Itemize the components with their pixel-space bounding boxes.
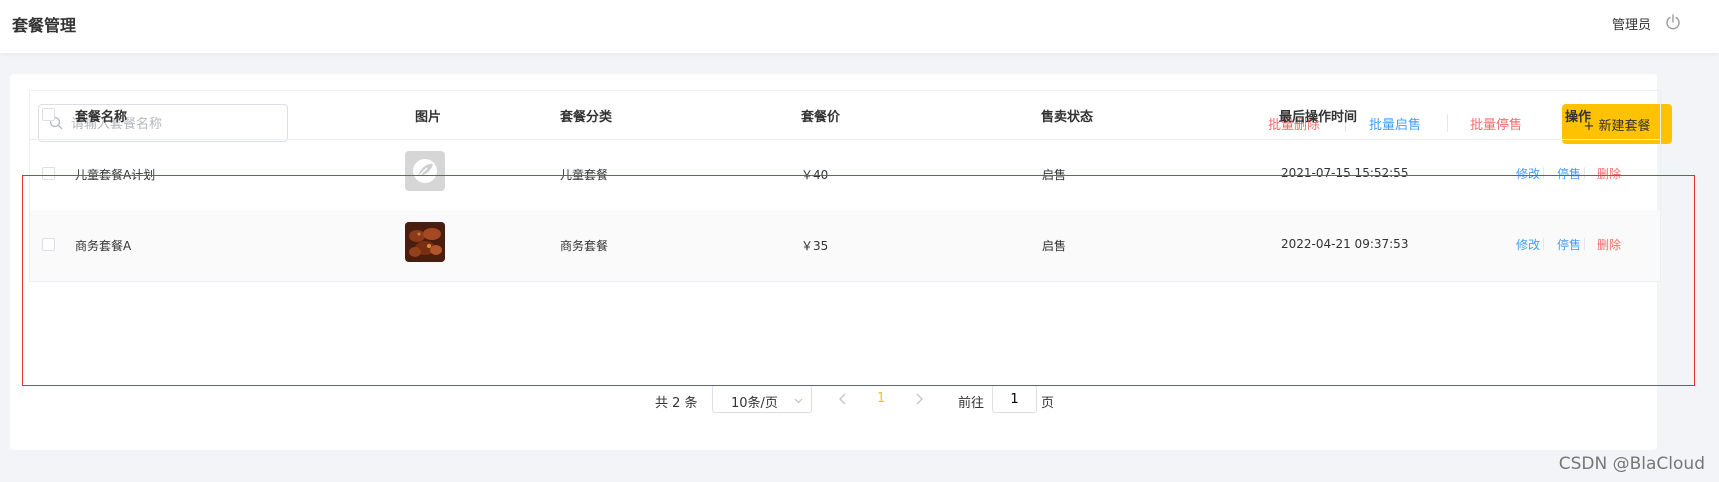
page-size-label: 10条/页 [731, 396, 778, 411]
disable-button[interactable]: 停售 [1557, 236, 1581, 253]
next-page-icon[interactable] [914, 393, 924, 405]
combo-price: ￥40 [801, 168, 829, 182]
pagination: 共 2 条 10条/页 1 前往 页 [0, 385, 1719, 415]
page-unit: 页 [1041, 396, 1055, 411]
delete-button[interactable]: 删除 [1597, 236, 1621, 253]
goto-page-input[interactable] [992, 385, 1037, 413]
divider [1584, 167, 1585, 179]
column-header: 操作 [1565, 110, 1592, 125]
sale-status: 启售 [1042, 168, 1067, 182]
delete-button[interactable]: 删除 [1597, 165, 1621, 182]
edit-button[interactable]: 修改 [1516, 236, 1540, 253]
edit-button[interactable]: 修改 [1516, 165, 1540, 182]
combo-category: 儿童套餐 [560, 168, 609, 182]
select-all-checkbox[interactable] [42, 108, 55, 121]
user-name: 管理员 [1611, 18, 1651, 33]
power-icon[interactable] [1665, 14, 1681, 30]
total-count: 共 2 条 [655, 396, 698, 411]
placeholder-logo-icon [413, 159, 437, 183]
chevron-down-icon [794, 398, 803, 404]
combo-table: 套餐名称 图片 套餐分类 套餐价 售卖状态 最后操作时间 操作 儿童套餐A计划 … [29, 90, 1661, 282]
column-header: 套餐分类 [560, 110, 613, 125]
page-number[interactable]: 1 [877, 391, 885, 406]
combo-image [405, 151, 445, 191]
column-header: 售卖状态 [1041, 110, 1094, 125]
top-bar: 套餐管理 管理员 [0, 0, 1719, 53]
page-size-select[interactable]: 10条/页 [712, 385, 812, 413]
food-photo-icon [405, 222, 445, 262]
divider [1543, 238, 1544, 250]
updated-time: 2021-07-15 15:52:55 [1281, 166, 1409, 180]
watermark: CSDN @BlaCloud [1558, 454, 1705, 474]
combo-image [405, 222, 445, 262]
combo-name: 商务套餐A [75, 239, 132, 253]
row-checkbox[interactable] [42, 167, 55, 180]
table-row[interactable]: 儿童套餐A计划 儿童套餐 ￥40 启售 2021-07-15 15:52:55 … [30, 139, 1660, 211]
row-checkbox[interactable] [42, 238, 55, 251]
divider [1543, 167, 1544, 179]
column-header: 套餐名称 [75, 110, 128, 125]
prev-page-icon[interactable] [838, 393, 848, 405]
goto-label: 前往 [958, 396, 985, 411]
combo-category: 商务套餐 [560, 239, 609, 253]
disable-button[interactable]: 停售 [1557, 165, 1581, 182]
column-header: 套餐价 [801, 110, 841, 125]
combo-price: ￥35 [801, 239, 829, 253]
column-header: 最后操作时间 [1279, 110, 1358, 125]
updated-time: 2022-04-21 09:37:53 [1281, 237, 1409, 251]
page-title: 套餐管理 [12, 16, 77, 35]
column-header: 图片 [415, 110, 442, 125]
divider [1584, 238, 1585, 250]
table-row[interactable]: 商务套餐A 商务套餐 ￥35 启售 2022-04-21 09:37:53 修改… [30, 210, 1660, 282]
table-header: 套餐名称 图片 套餐分类 套餐价 售卖状态 最后操作时间 操作 [30, 91, 1660, 140]
sale-status: 启售 [1042, 239, 1067, 253]
combo-name: 儿童套餐A计划 [75, 168, 156, 182]
